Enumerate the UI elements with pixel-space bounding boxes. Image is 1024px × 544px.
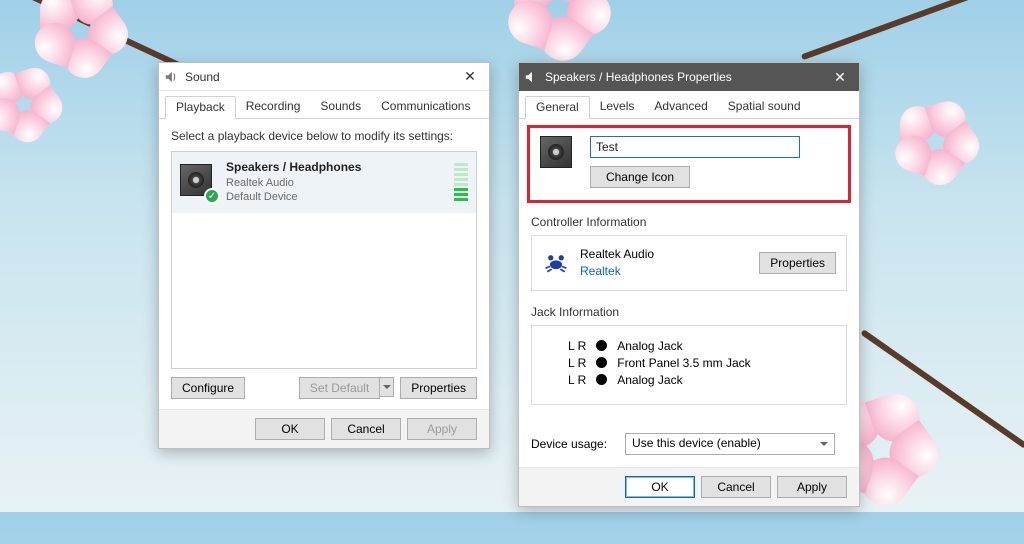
jack-row: L R Analog Jack bbox=[568, 339, 836, 353]
apply-button[interactable]: Apply bbox=[407, 418, 477, 440]
device-icon: ✓ bbox=[180, 164, 216, 200]
ok-button[interactable]: OK bbox=[255, 418, 325, 440]
device-name-input[interactable] bbox=[590, 136, 800, 158]
lr-label: L R bbox=[568, 339, 586, 353]
titlebar[interactable]: Sound ✕ bbox=[159, 63, 489, 91]
lr-label: L R bbox=[568, 356, 586, 370]
window-title: Sound bbox=[185, 70, 455, 84]
controller-name: Realtek Audio bbox=[580, 246, 749, 263]
titlebar[interactable]: Speakers / Headphones Properties ✕ bbox=[519, 63, 859, 91]
tab-general[interactable]: General bbox=[525, 96, 590, 119]
jack-dot-icon bbox=[596, 340, 607, 351]
device-driver: Realtek Audio bbox=[226, 176, 444, 190]
vu-meter-icon bbox=[454, 163, 468, 201]
device-name: Speakers / Headphones bbox=[226, 160, 444, 176]
controller-info-label: Controller Information bbox=[531, 215, 847, 229]
set-default-caret-icon[interactable] bbox=[380, 377, 394, 397]
close-icon[interactable]: ✕ bbox=[455, 68, 485, 85]
apply-button[interactable]: Apply bbox=[777, 476, 847, 498]
controller-properties-button[interactable]: Properties bbox=[759, 252, 836, 274]
sound-window: Sound ✕ Playback Recording Sounds Commun… bbox=[158, 62, 490, 449]
jack-row: L R Front Panel 3.5 mm Jack bbox=[568, 356, 836, 370]
close-icon[interactable]: ✕ bbox=[825, 69, 855, 86]
set-default-button[interactable]: Set Default bbox=[299, 377, 380, 399]
device-usage-select[interactable]: Use this device (enable) bbox=[625, 433, 835, 455]
speaker-icon bbox=[540, 136, 572, 168]
cancel-button[interactable]: Cancel bbox=[331, 418, 401, 440]
jack-name: Front Panel 3.5 mm Jack bbox=[617, 356, 750, 370]
tab-communications[interactable]: Communications bbox=[371, 96, 480, 119]
properties-button[interactable]: Properties bbox=[400, 377, 477, 399]
window-title: Speakers / Headphones Properties bbox=[545, 70, 825, 84]
tab-playback[interactable]: Playback bbox=[165, 96, 236, 119]
jack-dot-icon bbox=[596, 357, 607, 368]
highlight-annotation: Change Icon bbox=[527, 125, 851, 203]
device-usage-value: Use this device (enable) bbox=[632, 436, 761, 450]
speaker-titlebar-icon bbox=[163, 69, 179, 85]
hint-text: Select a playback device below to modify… bbox=[171, 129, 477, 143]
dialog-footer: OK Cancel Apply bbox=[519, 467, 859, 506]
tab-levels[interactable]: Levels bbox=[590, 96, 645, 119]
device-list[interactable]: ✓ Speakers / Headphones Realtek Audio De… bbox=[171, 151, 477, 369]
device-row[interactable]: ✓ Speakers / Headphones Realtek Audio De… bbox=[172, 152, 476, 213]
default-check-icon: ✓ bbox=[204, 188, 220, 204]
jack-info-label: Jack Information bbox=[531, 305, 847, 319]
tabs: Playback Recording Sounds Communications bbox=[159, 91, 489, 119]
device-status: Default Device bbox=[226, 190, 444, 204]
tab-sounds[interactable]: Sounds bbox=[310, 96, 371, 119]
jack-name: Analog Jack bbox=[617, 339, 682, 353]
ok-button[interactable]: OK bbox=[625, 476, 695, 498]
tab-spatial-sound[interactable]: Spatial sound bbox=[718, 96, 811, 119]
tabs: General Levels Advanced Spatial sound bbox=[519, 91, 859, 119]
speaker-titlebar-icon bbox=[523, 69, 539, 85]
configure-button[interactable]: Configure bbox=[171, 377, 245, 399]
tab-recording[interactable]: Recording bbox=[236, 96, 311, 119]
jack-row: L R Analog Jack bbox=[568, 373, 836, 387]
properties-window: Speakers / Headphones Properties ✕ Gener… bbox=[518, 62, 860, 507]
device-usage-label: Device usage: bbox=[531, 437, 607, 451]
dialog-footer: OK Cancel Apply bbox=[159, 409, 489, 448]
controller-vendor-link[interactable]: Realtek bbox=[580, 263, 749, 280]
tab-advanced[interactable]: Advanced bbox=[644, 96, 717, 119]
realtek-crab-icon bbox=[542, 250, 570, 276]
cancel-button[interactable]: Cancel bbox=[701, 476, 771, 498]
device-icon[interactable] bbox=[540, 136, 576, 172]
change-icon-button[interactable]: Change Icon bbox=[590, 166, 690, 188]
jack-dot-icon bbox=[596, 374, 607, 385]
lr-label: L R bbox=[568, 373, 586, 387]
jack-name: Analog Jack bbox=[617, 373, 682, 387]
